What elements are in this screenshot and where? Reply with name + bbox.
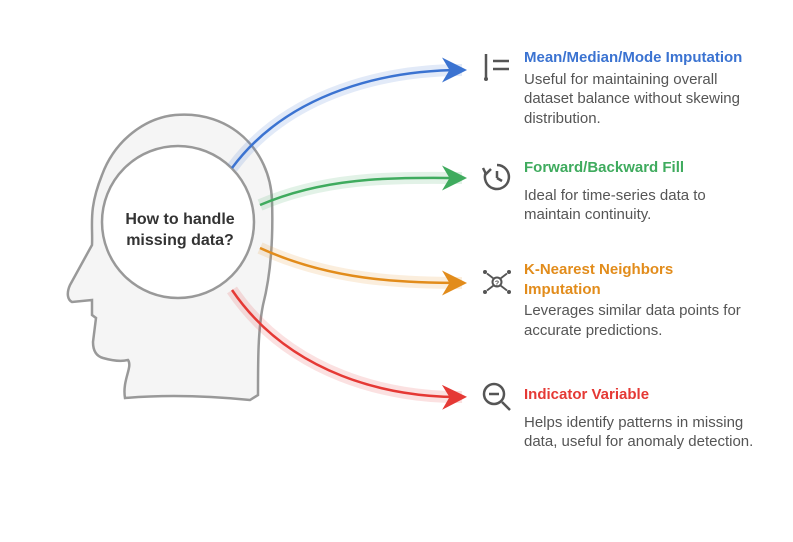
branch-4: Indicator Variable Helps identify patter… [524, 385, 754, 452]
branch-1: Mean/Median/Mode Imputation Useful for m… [524, 48, 754, 128]
branch-1-desc: Useful for maintaining overall dataset b… [524, 70, 754, 129]
arrow-orange [260, 248, 462, 283]
branch-2-title: Forward/Backward Fill [524, 158, 754, 178]
branch-3-title: K-Nearest Neighbors Imputation [524, 260, 754, 299]
arrow-blue [232, 70, 462, 168]
branch-1-title: Mean/Median/Mode Imputation [524, 48, 754, 68]
not-equal-icon [480, 49, 514, 88]
arrow-green [260, 178, 462, 205]
arrow-red [232, 290, 462, 397]
branch-4-title: Indicator Variable [524, 385, 754, 405]
svg-text:?: ? [495, 281, 499, 288]
branch-3-desc: Leverages similar data points for accura… [524, 301, 754, 340]
branch-2-desc: Ideal for time-series data to maintain c… [524, 186, 754, 225]
minus-search-icon [480, 380, 514, 419]
branch-2: Forward/Backward Fill Ideal for time-ser… [524, 158, 754, 225]
knn-icon: ? [480, 265, 514, 304]
head-silhouette [68, 115, 272, 400]
branch-3: K-Nearest Neighbors Imputation Leverages… [524, 260, 754, 340]
history-icon [480, 160, 514, 199]
branch-4-desc: Helps identify patterns in missing data,… [524, 413, 754, 452]
center-question: How to handle missing data? [100, 210, 260, 252]
